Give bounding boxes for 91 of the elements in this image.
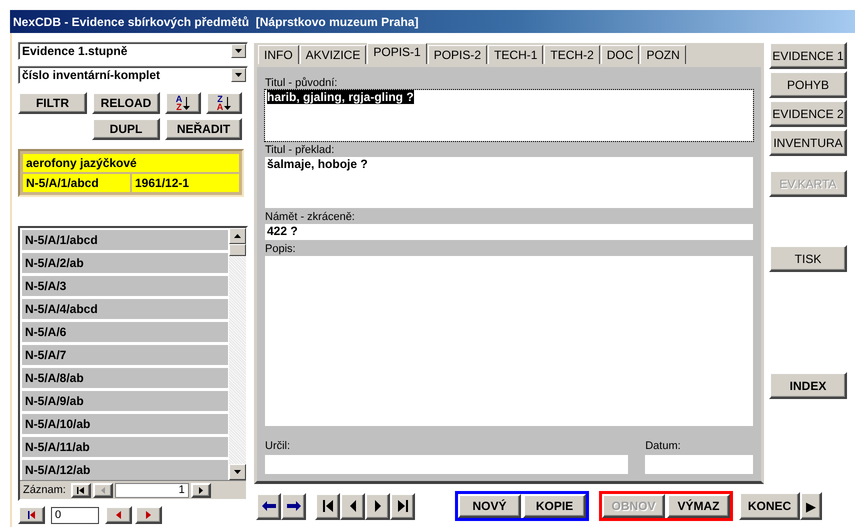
jump-forward-button[interactable] xyxy=(135,506,162,524)
toolbar-button[interactable]: FILTR xyxy=(18,92,87,114)
side-button[interactable]: INVENTURA xyxy=(769,129,847,156)
list-item[interactable]: N-5/A/4/abcd xyxy=(22,299,228,319)
toolbar-button[interactable]: NEŘADIT xyxy=(165,118,242,140)
inventory-number: N-5/A/1/abcd xyxy=(23,174,130,192)
down-arrow-icon xyxy=(224,96,232,110)
scrollbar[interactable] xyxy=(229,228,246,480)
previous-icon xyxy=(350,500,356,512)
action-button[interactable]: NOVÝ xyxy=(458,494,521,518)
list-item[interactable]: N-5/A/10/ab xyxy=(22,414,228,434)
action-button[interactable]: KOPIE xyxy=(523,494,586,518)
first-record-button[interactable] xyxy=(315,492,340,520)
skip-first-icon xyxy=(77,486,84,494)
accession-number: 1961/12-1 xyxy=(132,174,239,192)
tab[interactable]: POPIS-2 xyxy=(428,45,488,64)
list-item[interactable]: N-5/A/9/ab xyxy=(22,391,228,411)
dropdown[interactable]: Evidence 1.stupně xyxy=(18,42,248,60)
text-field[interactable] xyxy=(265,455,628,474)
dropdown-arrow-icon xyxy=(235,73,242,77)
last-record-button[interactable] xyxy=(390,492,415,520)
field-label: Popis: xyxy=(265,243,297,256)
scroll-down-icon xyxy=(234,470,241,474)
list-item[interactable]: N-5/A/3 xyxy=(22,276,228,296)
list-item[interactable]: N-5/A/11/ab xyxy=(22,437,228,457)
forward-button[interactable] xyxy=(281,492,306,520)
tab[interactable]: TECH-2 xyxy=(544,45,600,64)
previous-record-button[interactable] xyxy=(92,482,113,498)
list-item[interactable]: N-5/A/8/ab xyxy=(22,368,228,388)
sort-button[interactable]: A Z xyxy=(165,92,201,114)
toolbar-button[interactable]: DUPL xyxy=(92,118,160,140)
dropdown-arrow-icon xyxy=(235,49,242,53)
text-field[interactable]: šalmaje, hoboje ? xyxy=(265,157,753,208)
jump-back-button[interactable] xyxy=(105,506,132,524)
more-button[interactable]: ▶ xyxy=(800,492,822,520)
field-label: Datum: xyxy=(645,440,682,453)
side-button[interactable]: EVIDENCE 2 xyxy=(769,100,847,127)
tab[interactable]: INFO xyxy=(258,45,299,64)
record-number-field[interactable]: 1 xyxy=(114,482,189,498)
skip-first-icon xyxy=(28,511,35,519)
right-arrow-icon xyxy=(286,501,300,511)
previous-icon xyxy=(100,486,105,494)
exit-button[interactable]: KONEC xyxy=(739,492,800,520)
side-button[interactable]: EVIDENCE 1 xyxy=(769,42,847,69)
next-record-button[interactable] xyxy=(190,482,211,498)
list-item[interactable]: N-5/A/6 xyxy=(22,322,228,342)
record-label: Záznam: xyxy=(23,484,66,496)
first-record-button[interactable] xyxy=(70,482,91,498)
tab[interactable]: POPIS-1 xyxy=(367,43,427,64)
tab[interactable]: AKVIZICE xyxy=(300,45,366,64)
previous-icon xyxy=(116,511,121,519)
sort-button[interactable]: Z A xyxy=(206,92,242,114)
previous-record-button[interactable] xyxy=(340,492,365,520)
toolbar-button[interactable]: RELOAD xyxy=(92,92,160,114)
field-label: Titul - překlad: xyxy=(265,144,336,157)
field-value: 422 ? xyxy=(267,224,298,238)
back-button[interactable] xyxy=(256,492,281,520)
list-item[interactable]: N-5/A/7 xyxy=(22,345,228,365)
text-field[interactable]: 422 ? xyxy=(265,224,753,240)
tab[interactable]: TECH-1 xyxy=(488,45,544,64)
down-arrow-icon xyxy=(183,96,190,110)
side-button[interactable]: INDEX xyxy=(769,372,847,399)
action-button[interactable]: VÝMAZ xyxy=(667,494,730,518)
left-arrow-icon xyxy=(262,501,276,511)
next-icon xyxy=(198,486,203,494)
skip-last-icon xyxy=(398,500,408,512)
list-item[interactable]: N-5/A/12/ab xyxy=(22,460,228,480)
field-value: šalmaje, hoboje ? xyxy=(267,157,368,171)
next-record-button[interactable] xyxy=(365,492,390,520)
next-icon xyxy=(146,511,151,519)
next-icon xyxy=(374,500,380,512)
text-field[interactable]: harib, gjaling, rgja-gling ? xyxy=(265,90,753,141)
field-value: harib, gjaling, rgja-gling ? xyxy=(267,90,414,104)
field-label: Určil: xyxy=(265,440,292,453)
list-item[interactable]: N-5/A/2/ab xyxy=(22,253,228,273)
skip-first-icon xyxy=(322,500,332,512)
list-item[interactable]: N-5/A/1/abcd xyxy=(22,230,228,250)
field-label: Titul - původní: xyxy=(265,77,338,90)
scrollbar-thumb[interactable] xyxy=(229,244,246,256)
jump-field[interactable]: 0 xyxy=(51,506,99,524)
field-label: Námět - zkráceně: xyxy=(265,211,356,224)
side-button[interactable]: TISK xyxy=(769,245,847,272)
tab[interactable]: POZN xyxy=(640,45,686,64)
tab[interactable]: DOC xyxy=(600,45,640,64)
window-title: NexCDB - Evidence sbírkových předmětů [Náprstkovo muzeum Praha] xyxy=(10,10,855,33)
dropdown[interactable]: číslo inventární-komplet xyxy=(18,66,248,84)
jump-first-button[interactable] xyxy=(18,506,45,524)
text-field[interactable] xyxy=(645,455,753,474)
side-button[interactable]: POHYB xyxy=(769,71,847,98)
scroll-up-icon xyxy=(234,234,241,238)
category-label: aerofony jazýčkové xyxy=(23,154,239,172)
